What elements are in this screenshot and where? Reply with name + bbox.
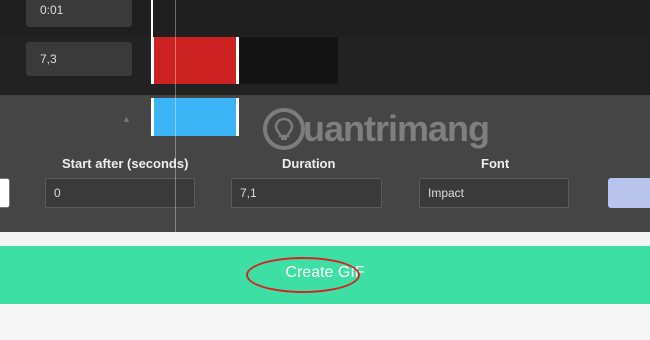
text-clip-red[interactable] — [151, 37, 239, 84]
end-time-field[interactable]: 7,3 — [26, 42, 132, 76]
duration-input[interactable]: 7,1 — [231, 178, 382, 208]
start-after-input[interactable]: 0 — [45, 178, 195, 208]
watermark-text: uantrimang — [303, 108, 490, 149]
text-input-edge[interactable] — [0, 178, 10, 208]
font-label: Font — [481, 156, 510, 171]
duration-label: Duration — [282, 156, 336, 171]
color-picker-swatch[interactable] — [608, 178, 650, 208]
playhead[interactable] — [175, 0, 176, 232]
clip-end-handle[interactable] — [236, 37, 239, 84]
font-select[interactable]: Impact — [419, 178, 569, 208]
timeline: 0:01 7,3 — [0, 0, 650, 95]
start-after-label: Start after (seconds) — [62, 156, 189, 171]
highlight-ellipse — [246, 257, 360, 293]
footer — [0, 304, 650, 340]
spacer — [0, 232, 650, 246]
watermark: uantrimang — [263, 108, 490, 150]
track-background — [238, 37, 338, 84]
clip-start-handle[interactable] — [151, 98, 154, 136]
start-time-field[interactable]: 0:01 — [26, 0, 132, 27]
text-clip-blue[interactable] — [151, 98, 239, 136]
collapse-arrow-icon[interactable]: ▲ — [122, 114, 131, 124]
create-gif-button[interactable]: Create GIF — [0, 246, 650, 304]
clip-end-handle[interactable] — [236, 98, 239, 136]
timeline-start-line — [151, 0, 153, 84]
lightbulb-icon — [263, 108, 305, 150]
